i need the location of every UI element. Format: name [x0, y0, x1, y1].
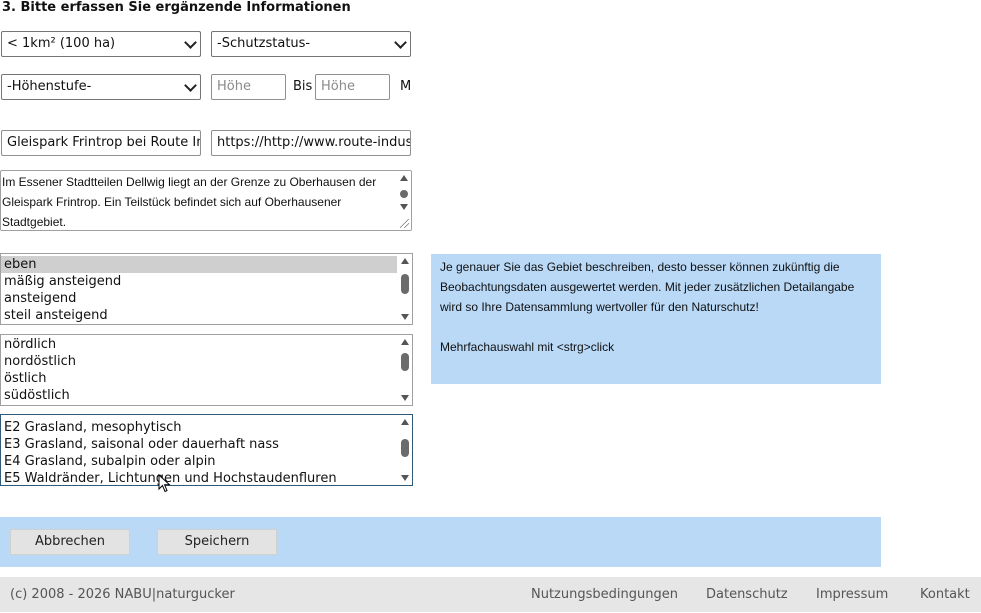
footer-link-terms[interactable]: Nutzungsbedingungen	[531, 577, 678, 613]
footer-link-contact[interactable]: Kontakt	[920, 577, 970, 613]
info-text: Je genauer Sie das Gebiet beschreiben, d…	[440, 260, 855, 314]
scroll-down-icon[interactable]	[401, 395, 409, 401]
list-item[interactable]: E3 Grasland, saisonal oder dauerhaft nas…	[1, 436, 412, 453]
exposure-scrollbar[interactable]	[398, 335, 412, 405]
info-panel: Je genauer Sie das Gebiet beschreiben, d…	[431, 254, 881, 384]
resize-handle-icon[interactable]	[400, 219, 409, 228]
footer-link-imprint[interactable]: Impressum	[816, 577, 888, 613]
area-size-select[interactable]: < 1km² (100 ha)	[1, 31, 201, 57]
protection-status-select[interactable]: -Schutzstatus-	[211, 31, 411, 57]
button-bar: Abbrechen Speichern	[0, 517, 881, 567]
chevron-down-icon	[184, 79, 197, 92]
slope-listbox[interactable]: eben mäßig ansteigend ansteigend steil a…	[0, 253, 413, 325]
scroll-up-icon[interactable]	[401, 339, 409, 345]
save-button[interactable]: Speichern	[157, 529, 277, 555]
exposure-listbox[interactable]: nördlich nordöstlich östlich südöstlich	[0, 334, 413, 406]
scroll-down-icon[interactable]	[400, 204, 408, 210]
footer: (c) 2008 - 2026 NABU|naturgucker Nutzung…	[0, 577, 981, 612]
scroll-down-icon[interactable]	[401, 314, 409, 320]
area-size-value: < 1km² (100 ha)	[7, 36, 116, 51]
description-text: Im Essener Stadtteilen Dellwig liegt an …	[2, 175, 377, 229]
height-from-input[interactable]: Höhe	[211, 74, 286, 100]
footer-copyright: (c) 2008 - 2026 NABU|naturgucker	[10, 587, 235, 602]
list-item[interactable]: steil ansteigend	[1, 307, 412, 324]
scroll-up-icon[interactable]	[401, 258, 409, 264]
habitat-listbox[interactable]: E2 Grasland, mesophytisch E3 Grasland, s…	[0, 414, 413, 486]
list-item[interactable]: nordöstlich	[1, 353, 412, 370]
list-item[interactable]: E5 Waldränder, Lichtungen und Hochstaude…	[1, 470, 412, 485]
scroll-thumb[interactable]	[401, 353, 409, 371]
info-hint: Mehrfachauswahl mit <strg>click	[440, 340, 615, 354]
height-to-input[interactable]: Höhe	[315, 74, 390, 100]
list-item[interactable]: östlich	[1, 370, 412, 387]
scroll-thumb[interactable]	[401, 274, 409, 294]
list-item[interactable]: eben	[1, 256, 397, 273]
section-heading: 3. Bitte erfassen Sie ergänzende Informa…	[2, 0, 351, 15]
description-textarea[interactable]: Im Essener Stadtteilen Dellwig liegt an …	[0, 170, 412, 231]
mouse-cursor-icon	[158, 474, 171, 493]
scroll-thumb[interactable]	[401, 439, 409, 457]
to-label: Bis	[293, 79, 313, 94]
slope-scrollbar[interactable]	[398, 254, 412, 324]
list-item[interactable]: mäßig ansteigend	[1, 273, 412, 290]
area-url-input[interactable]: https://http://www.route-indus	[211, 130, 411, 156]
list-item[interactable]: ansteigend	[1, 290, 412, 307]
unit-label: M	[400, 79, 412, 94]
list-item[interactable]: südöstlich	[1, 387, 412, 404]
area-name-input[interactable]: Gleispark Frintrop bei Route Ind	[1, 130, 201, 156]
scroll-up-icon[interactable]	[401, 419, 409, 425]
list-item[interactable]: E4 Grasland, subalpin oder alpin	[1, 453, 412, 470]
list-item[interactable]: nördlich	[1, 336, 412, 353]
list-item[interactable]: E2 Grasland, mesophytisch	[1, 419, 412, 436]
scroll-down-icon[interactable]	[401, 475, 409, 481]
altitude-level-select[interactable]: -Höhenstufe-	[1, 74, 201, 100]
footer-link-privacy[interactable]: Datenschutz	[706, 577, 788, 613]
chevron-down-icon	[184, 36, 197, 49]
altitude-level-value: -Höhenstufe-	[7, 79, 92, 94]
chevron-down-icon	[394, 36, 407, 49]
habitat-scrollbar[interactable]	[398, 415, 412, 485]
cancel-button[interactable]: Abbrechen	[10, 529, 130, 555]
scroll-thumb[interactable]	[400, 190, 408, 198]
scroll-up-icon[interactable]	[400, 175, 408, 181]
protection-status-value: -Schutzstatus-	[217, 36, 311, 51]
